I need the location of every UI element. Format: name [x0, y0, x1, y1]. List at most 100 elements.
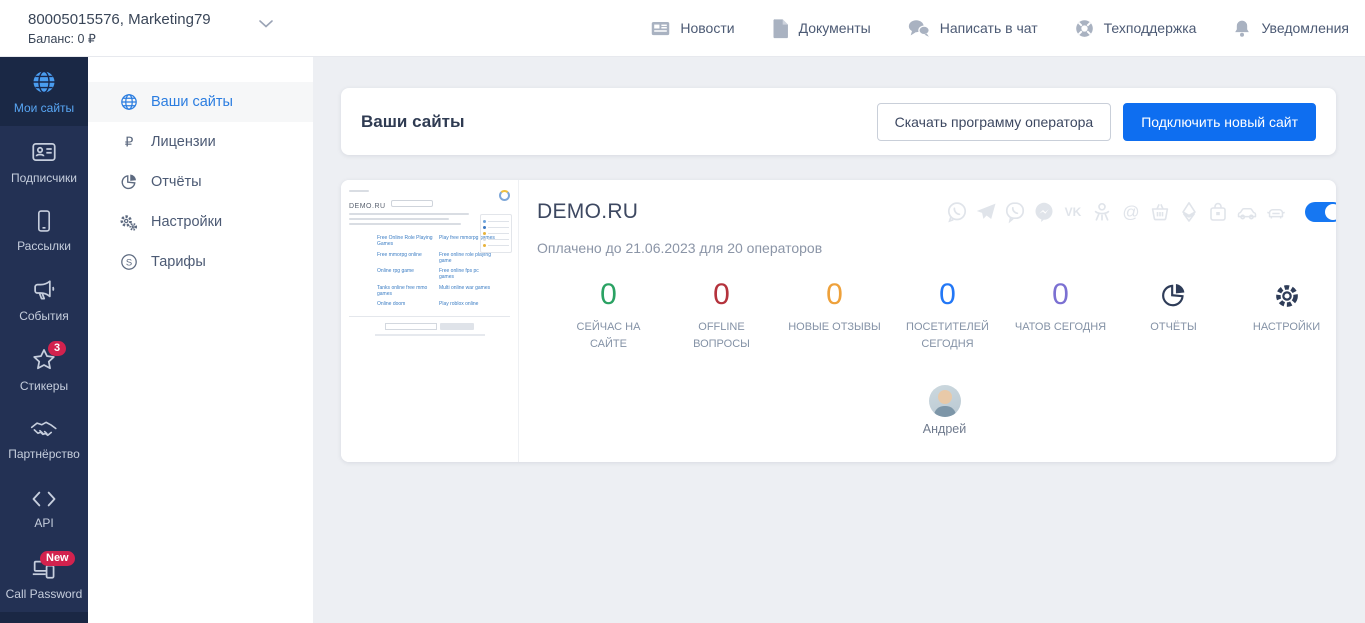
code-icon: [30, 487, 58, 511]
car-front-channel-icon[interactable]: [1264, 200, 1288, 224]
thumb-decoration: [349, 223, 461, 225]
news-icon: [650, 18, 671, 39]
dollar-circle-icon: S: [119, 253, 138, 271]
app-root: 80005015576, Marketing79 Баланс: 0 ₽ Нов…: [0, 0, 1365, 623]
lifebuoy-icon: [1074, 18, 1095, 39]
topnav-support[interactable]: Техподдержка: [1074, 18, 1197, 39]
phone-icon: [31, 208, 57, 234]
odnoklassniki-channel-icon[interactable]: [1090, 200, 1114, 224]
subsidebar-item-tariffs[interactable]: S Тарифы: [88, 242, 313, 282]
operator-avatar: [929, 385, 961, 417]
svg-text:@: @: [1122, 203, 1139, 222]
operator-chip: Андрей: [888, 385, 1001, 436]
sidebar-item-partnership[interactable]: Партнёрство: [0, 404, 88, 473]
topnav-news-label: Новости: [680, 20, 734, 36]
action-label: ОТЧЁТЫ: [1117, 319, 1230, 336]
thumb-logo: [499, 190, 510, 201]
email-channel-icon[interactable]: @: [1119, 200, 1143, 224]
connect-new-site-button[interactable]: Подключить новый сайт: [1123, 103, 1316, 141]
thumb-link: Tanks online free mmo games: [377, 285, 433, 298]
stat-label: ПОСЕТИТЕЛЕЙ СЕГОДНЯ: [891, 319, 1004, 352]
sidebar-item-subscribers[interactable]: Подписчики: [0, 126, 88, 195]
globe-icon: [30, 68, 58, 96]
sidebar-item-label: Мои сайты: [14, 101, 74, 115]
whatsapp-channel-icon[interactable]: [945, 200, 969, 224]
sidebar-item-label: Call Password: [6, 587, 83, 601]
site-settings-button[interactable]: НАСТРОЙКИ: [1230, 280, 1336, 352]
thumb-form: [349, 323, 510, 330]
thumb-decoration: [349, 218, 449, 220]
stat-value: 0: [665, 280, 778, 310]
messenger-channel-icon[interactable]: [1032, 200, 1056, 224]
svg-text:₽: ₽: [124, 135, 133, 150]
topnav-documents[interactable]: Документы: [771, 18, 871, 39]
page-header-card: Ваши сайты Скачать программу оператора П…: [341, 88, 1336, 155]
sidebar-item-mailings[interactable]: Рассылки: [0, 196, 88, 265]
stats-row: 0 СЕЙЧАС НА САЙТЕ 0 OFFLINE ВОПРОСЫ 0 НО…: [537, 280, 1336, 352]
operator-name: Андрей: [888, 422, 1001, 436]
sidebar-item-label: Подписчики: [11, 171, 77, 185]
stat-value: 0: [778, 280, 891, 310]
topnav-notifications-label: Уведомления: [1261, 20, 1349, 36]
megaphone-icon: [30, 276, 58, 304]
subsidebar-item-label: Тарифы: [151, 254, 206, 270]
sidebar-item-events[interactable]: События: [0, 265, 88, 334]
svg-text:S: S: [125, 258, 131, 269]
car-side-channel-icon[interactable]: [1235, 200, 1259, 224]
sidebar-item-label: API: [34, 516, 53, 530]
thumb-link: Online rpg game: [377, 268, 433, 281]
subsidebar-item-reports[interactable]: Отчёты: [88, 162, 313, 202]
vk-channel-icon[interactable]: VK: [1061, 200, 1085, 224]
stat-offline-questions: 0 OFFLINE ВОПРОСЫ: [665, 280, 778, 352]
sidebar-item-my-sites[interactable]: Мои сайты: [0, 57, 88, 126]
thumb-site-title: DEMO.RU: [349, 195, 510, 213]
viber-channel-icon[interactable]: [1003, 200, 1027, 224]
pie-chart-icon: [119, 173, 138, 191]
topnav-notifications[interactable]: Уведомления: [1232, 18, 1349, 39]
stat-new-reviews: 0 НОВЫЕ ОТЗЫВЫ: [778, 280, 891, 352]
site-card-content: DEMO.RU VK @: [519, 180, 1336, 462]
basket-channel-icon[interactable]: [1148, 200, 1172, 224]
ruble-icon: ₽: [119, 133, 138, 151]
stat-label: СЕЙЧАС НА САЙТЕ: [552, 319, 665, 352]
sidebar-item-api[interactable]: API: [0, 473, 88, 542]
site-thumbnail[interactable]: DEMO.RU Free Online Role Playing Games P…: [341, 180, 519, 462]
site-reports-button[interactable]: ОТЧЁТЫ: [1117, 280, 1230, 352]
subsidebar-item-label: Ваши сайты: [151, 94, 233, 110]
thumb-link: Free online role playing game: [439, 252, 495, 265]
thumb-links: Free Online Role Playing Games Play free…: [377, 235, 495, 307]
telegram-channel-icon[interactable]: [974, 200, 998, 224]
thumb-divider: [349, 316, 510, 317]
stat-chats-today: 0 ЧАТОВ СЕГОДНЯ: [1004, 280, 1117, 352]
thumb-link: Play roblox online: [439, 301, 495, 307]
stat-online-now: 0 СЕЙЧАС НА САЙТЕ: [552, 280, 665, 352]
subsidebar-item-licenses[interactable]: ₽ Лицензии: [88, 122, 313, 162]
chevron-down-icon[interactable]: [259, 20, 273, 28]
topnav-news[interactable]: Новости: [650, 18, 734, 39]
gears-icon: [119, 213, 138, 232]
subsidebar-item-settings[interactable]: Настройки: [88, 202, 313, 242]
account-selector[interactable]: 80005015576, Marketing79 Баланс: 0 ₽: [0, 11, 273, 46]
site-card: DEMO.RU Free Online Role Playing Games P…: [341, 180, 1336, 462]
topbar: 80005015576, Marketing79 Баланс: 0 ₽ Нов…: [0, 0, 1365, 57]
topnav-support-label: Техподдержка: [1104, 20, 1197, 36]
crypto-channel-icon[interactable]: [1177, 200, 1201, 224]
action-label: НАСТРОЙКИ: [1230, 319, 1336, 336]
topnav-chat[interactable]: Написать в чат: [907, 18, 1038, 39]
shop-bag-channel-icon[interactable]: [1206, 200, 1230, 224]
gear-icon: [1230, 280, 1336, 310]
thumb-button: [391, 200, 433, 207]
thumb-sidebar-box: [480, 214, 512, 253]
contact-card-icon: [30, 138, 58, 166]
stat-label: НОВЫЕ ОТЗЫВЫ: [778, 319, 891, 336]
sidebar-item-stickers[interactable]: 3 Стикеры: [0, 335, 88, 404]
site-domain: DEMO.RU: [537, 200, 638, 224]
stickers-badge: 3: [48, 341, 66, 356]
sidebar-bottom-strip: [0, 612, 88, 623]
subsidebar-item-your-sites[interactable]: Ваши сайты: [88, 82, 313, 122]
download-operator-app-button[interactable]: Скачать программу оператора: [877, 103, 1112, 141]
site-enabled-toggle[interactable]: [1305, 202, 1336, 222]
stat-visitors-today: 0 ПОСЕТИТЕЛЕЙ СЕГОДНЯ: [891, 280, 1004, 352]
sidebar-item-call-password[interactable]: New Call Password: [0, 543, 88, 612]
thumb-caption: [375, 334, 485, 336]
